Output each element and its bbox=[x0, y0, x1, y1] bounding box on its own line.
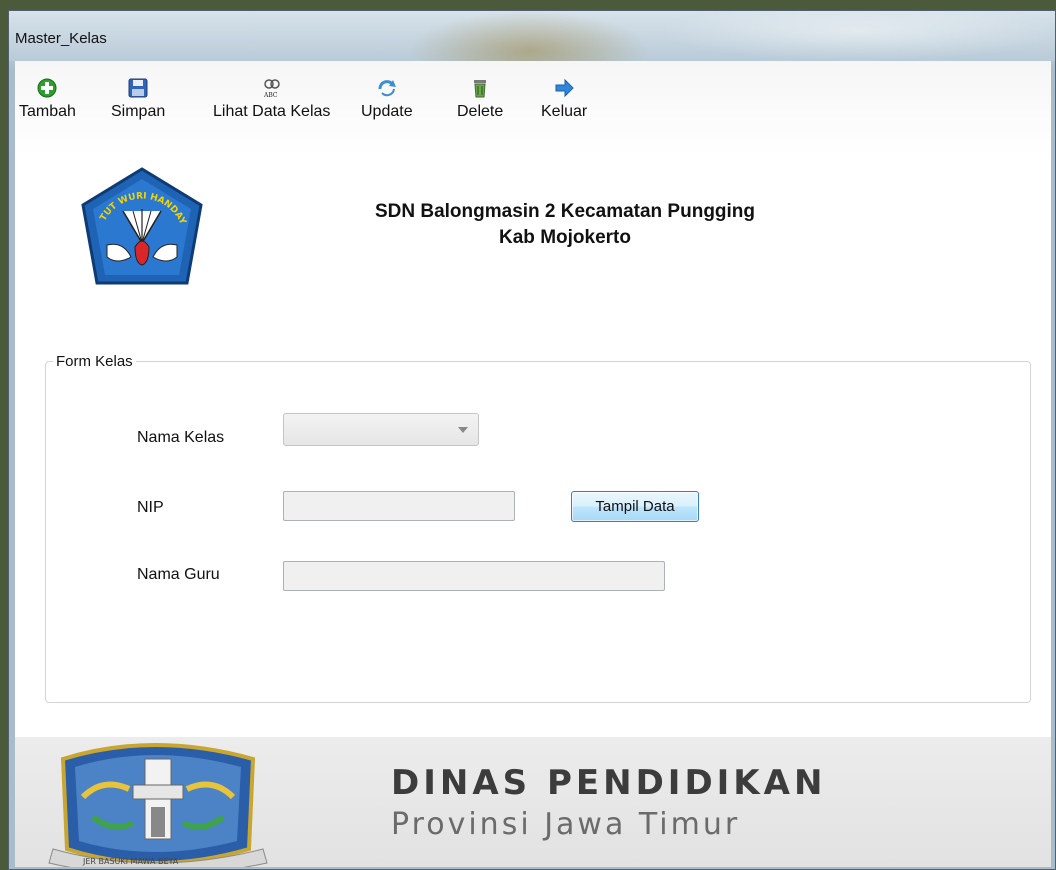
form-kelas-legend: Form Kelas bbox=[53, 353, 136, 370]
application-window: Master_Kelas Tambah Simpan ABC Lihat Dat… bbox=[8, 10, 1056, 870]
window-title: Master_Kelas bbox=[15, 30, 107, 47]
jawa-timur-seal-logo: JER BASUKI MAWA BEYA bbox=[48, 743, 268, 867]
nama-kelas-combobox[interactable] bbox=[283, 413, 479, 446]
svg-text:JER BASUKI MAWA BEYA: JER BASUKI MAWA BEYA bbox=[82, 857, 179, 866]
tambah-label: Tambah bbox=[19, 103, 76, 120]
delete-label: Delete bbox=[457, 103, 504, 120]
school-name-line: SDN Balongmasin 2 Kecamatan Pungging bbox=[374, 201, 756, 222]
dinas-pendidikan-title: DINAS PENDIDIKAN bbox=[391, 763, 827, 803]
school-region-line: Kab Mojokerto bbox=[499, 227, 631, 248]
nip-label: NIP bbox=[137, 499, 164, 516]
dinas-pendidikan-banner: JER BASUKI MAWA BEYA DINAS PENDIDIKAN Pr… bbox=[15, 737, 1051, 867]
simpan-button[interactable]: Simpan bbox=[111, 77, 165, 131]
nama-kelas-label: Nama Kelas bbox=[137, 429, 225, 446]
keluar-label: Keluar bbox=[541, 103, 588, 120]
school-title: SDN Balongmasin 2 Kecamatan Pungging Kab… bbox=[245, 199, 885, 251]
nama-guru-field[interactable] bbox=[283, 561, 665, 591]
save-icon bbox=[128, 78, 148, 98]
view-data-icon: ABC bbox=[263, 79, 280, 99]
form-kelas-groupbox bbox=[45, 361, 1031, 703]
tut-wuri-handayani-logo: TUT WURI HANDAYANI bbox=[73, 165, 203, 285]
lihat-data-kelas-label: Lihat Data Kelas bbox=[213, 103, 331, 120]
delete-button[interactable]: Delete bbox=[457, 77, 503, 131]
tampil-data-button[interactable]: Tampil Data bbox=[571, 491, 699, 522]
svg-text:ABC: ABC bbox=[263, 92, 278, 99]
exit-arrow-icon bbox=[555, 78, 574, 98]
update-icon bbox=[378, 80, 396, 97]
add-icon bbox=[37, 78, 57, 98]
keluar-button[interactable]: Keluar bbox=[541, 77, 587, 131]
chevron-down-icon bbox=[458, 426, 468, 433]
simpan-label: Simpan bbox=[111, 103, 166, 120]
nip-field[interactable] bbox=[283, 491, 515, 521]
dropdown-arrow[interactable] bbox=[448, 414, 478, 445]
tambah-button[interactable]: Tambah bbox=[19, 77, 76, 131]
lihat-data-kelas-button[interactable]: ABC Lihat Data Kelas bbox=[213, 77, 330, 131]
nama-guru-label: Nama Guru bbox=[137, 566, 220, 583]
delete-icon bbox=[474, 80, 487, 98]
provinsi-subtitle: Provinsi Jawa Timur bbox=[391, 807, 741, 842]
update-label: Update bbox=[361, 103, 413, 120]
title-bar[interactable]: Master_Kelas bbox=[9, 11, 1055, 61]
form-client-area: Tambah Simpan ABC Lihat Data Kelas Updat… bbox=[15, 61, 1051, 867]
toolbar: Tambah Simpan ABC Lihat Data Kelas Updat… bbox=[15, 61, 1051, 157]
update-button[interactable]: Update bbox=[361, 77, 413, 131]
